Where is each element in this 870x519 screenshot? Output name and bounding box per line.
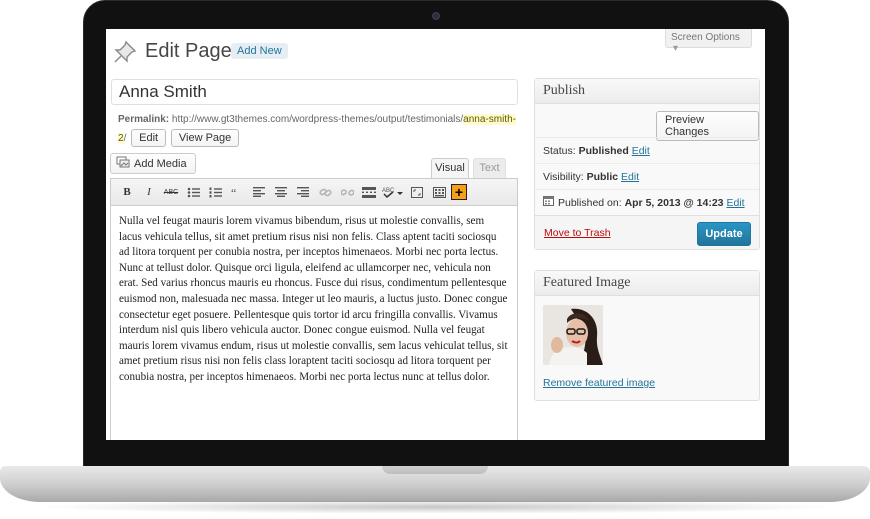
plus-icon[interactable]: +: [451, 184, 467, 200]
blockquote-icon[interactable]: “: [227, 182, 247, 202]
kitchen-sink-icon[interactable]: [429, 182, 449, 202]
move-to-trash-link[interactable]: Move to Trash: [544, 227, 611, 239]
published-on-row: Published on: Apr 5, 2013 @ 14:23 Edit: [535, 189, 759, 215]
screen-options-button[interactable]: Screen Options ▾: [665, 29, 752, 54]
add-media-label: Add Media: [134, 157, 187, 170]
page-title: Edit Page: [145, 40, 232, 62]
status-value: Published: [578, 145, 629, 157]
svg-text:ABC: ABC: [382, 188, 395, 194]
status-row: Status: Published Edit: [535, 137, 759, 163]
permalink-label: Permalink:: [118, 114, 170, 125]
spellcheck-icon[interactable]: ABC: [381, 182, 405, 202]
read-more-icon[interactable]: [359, 182, 379, 202]
featured-heading: Featured Image: [535, 271, 759, 296]
featured-image-box: Featured Image Remove featured image: [534, 270, 760, 401]
add-new-button[interactable]: Add New: [231, 43, 288, 59]
edit-status-link[interactable]: Edit: [632, 145, 650, 157]
bold-button[interactable]: B: [117, 182, 137, 202]
fullscreen-icon[interactable]: [407, 182, 427, 202]
permalink: Permalink: http://www.gt3themes.com/word…: [118, 111, 518, 148]
major-publishing-actions: Move to Trash Update: [535, 215, 759, 249]
screen: Edit Page Add New Screen Options ▾ Anna …: [106, 29, 765, 440]
calendar-icon: [543, 190, 554, 216]
visibility-label: Visibility:: [543, 171, 584, 183]
add-media-button[interactable]: Add Media: [110, 153, 196, 174]
published-on-label: Published on:: [558, 197, 622, 209]
status-label: Status:: [543, 145, 576, 157]
view-page-button[interactable]: View Page: [170, 129, 240, 147]
svg-text:“: “: [231, 187, 236, 197]
laptop-shadow: [30, 500, 840, 514]
strikethrough-button[interactable]: ABC: [161, 182, 181, 202]
editor-toolbar: B I ABC “ ABC +: [110, 178, 518, 206]
laptop-notch: [382, 466, 488, 474]
visibility-row: Visibility: Public Edit: [535, 163, 759, 189]
edit-permalink-button[interactable]: Edit: [131, 129, 167, 147]
camera-icon: [432, 12, 440, 20]
align-center-icon[interactable]: [271, 182, 291, 202]
published-on-value: Apr 5, 2013 @ 14:23: [624, 197, 724, 209]
edit-date-link[interactable]: Edit: [726, 197, 744, 209]
media-icon: [116, 156, 130, 171]
screen-options-label: Screen Options: [671, 32, 740, 43]
publish-heading: Publish: [535, 79, 759, 104]
post-title-input[interactable]: Anna Smith: [111, 79, 518, 105]
visibility-value: Public: [586, 171, 619, 183]
italic-button[interactable]: I: [139, 182, 159, 202]
triangle-down-icon: ▾: [673, 43, 679, 54]
tab-text[interactable]: Text: [473, 158, 506, 178]
update-button[interactable]: Update: [697, 222, 751, 246]
align-right-icon[interactable]: [293, 182, 313, 202]
align-left-icon[interactable]: [249, 182, 269, 202]
unlink-icon[interactable]: [337, 182, 357, 202]
numbered-list-icon[interactable]: [205, 182, 225, 202]
edit-visibility-link[interactable]: Edit: [621, 171, 639, 183]
remove-featured-image-link[interactable]: Remove featured image: [543, 377, 655, 389]
permalink-tail: /: [123, 133, 127, 144]
publish-box: Publish Preview Changes Status: Publishe…: [534, 78, 760, 250]
tab-visual[interactable]: Visual: [431, 158, 469, 178]
featured-image[interactable]: [543, 305, 603, 365]
bulleted-list-icon[interactable]: [183, 182, 203, 202]
permalink-base: http://www.gt3themes.com/wordpress-theme…: [171, 114, 464, 125]
content-editor[interactable]: Nulla vel feugat mauris lorem vivamus bi…: [110, 206, 518, 440]
pushpin-icon: [112, 39, 138, 65]
link-icon[interactable]: [315, 182, 335, 202]
